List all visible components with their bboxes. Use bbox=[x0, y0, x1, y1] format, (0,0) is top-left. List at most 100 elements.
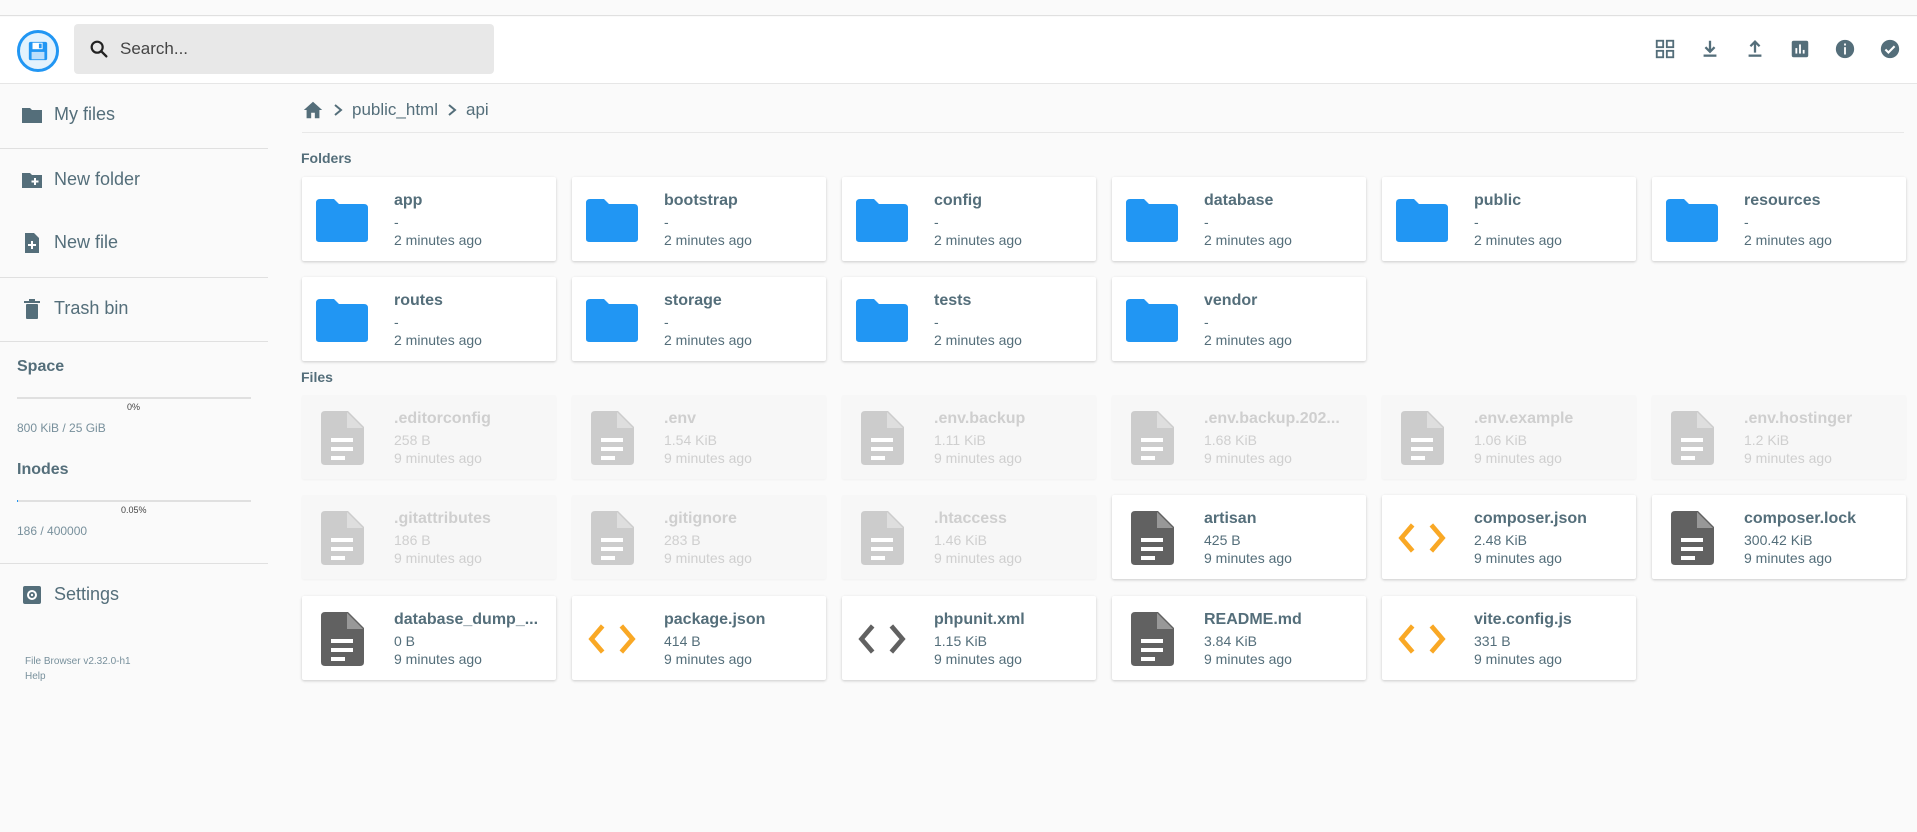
list-item[interactable]: storage - 2 minutes ago bbox=[572, 277, 826, 361]
list-item[interactable]: app - 2 minutes ago bbox=[302, 177, 556, 261]
item-modified: 9 minutes ago bbox=[1204, 550, 1292, 566]
inodes-usage: 186 / 400000 bbox=[17, 524, 88, 538]
folder-icon bbox=[1124, 192, 1180, 248]
list-item[interactable]: .env.example 1.06 KiB 9 minutes ago bbox=[1382, 395, 1636, 479]
item-modified: 9 minutes ago bbox=[664, 550, 752, 566]
list-item[interactable]: routes - 2 minutes ago bbox=[302, 277, 556, 361]
sidebar-item-new-folder[interactable]: New folder bbox=[0, 155, 268, 205]
item-size: 1.06 KiB bbox=[1474, 432, 1527, 448]
select-button[interactable] bbox=[1875, 34, 1905, 64]
sidebar-item-trash[interactable]: Trash bin bbox=[0, 284, 268, 334]
app-logo[interactable] bbox=[17, 30, 59, 72]
list-item[interactable]: tests - 2 minutes ago bbox=[842, 277, 1096, 361]
header bbox=[0, 17, 1917, 84]
item-modified: 9 minutes ago bbox=[1204, 651, 1292, 667]
list-item[interactable]: database - 2 minutes ago bbox=[1112, 177, 1366, 261]
item-size: 0 B bbox=[394, 633, 416, 649]
info-icon bbox=[1835, 39, 1855, 59]
sidebar-item-new-file[interactable]: New file bbox=[0, 218, 268, 268]
item-size: - bbox=[394, 214, 399, 230]
folder-icon bbox=[584, 192, 640, 248]
upload-icon bbox=[1748, 40, 1762, 57]
sidebar-divider bbox=[0, 148, 268, 149]
list-item[interactable]: phpunit.xml 1.15 KiB 9 minutes ago bbox=[842, 596, 1096, 680]
list-item[interactable]: README.md 3.84 KiB 9 minutes ago bbox=[1112, 596, 1366, 680]
list-item[interactable]: composer.lock 300.42 KiB 9 minutes ago bbox=[1652, 495, 1906, 579]
item-size: 414 B bbox=[664, 633, 701, 649]
document-icon bbox=[314, 410, 370, 466]
floppy-icon bbox=[28, 41, 48, 61]
list-item[interactable]: resources - 2 minutes ago bbox=[1652, 177, 1906, 261]
list-item[interactable]: artisan 425 B 9 minutes ago bbox=[1112, 495, 1366, 579]
item-name: .env.backup bbox=[934, 410, 1026, 427]
top-strip bbox=[0, 0, 1917, 16]
list-item[interactable]: database_dump_... 0 B 9 minutes ago bbox=[302, 596, 556, 680]
item-size: 283 B bbox=[664, 532, 701, 548]
item-size: - bbox=[1204, 214, 1209, 230]
search-input[interactable] bbox=[120, 36, 480, 62]
search-box[interactable] bbox=[74, 24, 494, 74]
sidebar-item-settings[interactable]: Settings bbox=[0, 570, 268, 620]
document-icon bbox=[1394, 410, 1450, 466]
document-icon bbox=[854, 510, 910, 566]
document-icon bbox=[854, 410, 910, 466]
check-circle-icon bbox=[1880, 39, 1900, 59]
item-modified: 9 minutes ago bbox=[1744, 450, 1832, 466]
grid-view-button[interactable] bbox=[1650, 34, 1680, 64]
list-item[interactable]: public - 2 minutes ago bbox=[1382, 177, 1636, 261]
sidebar-item-my-files[interactable]: My files bbox=[0, 90, 268, 140]
item-modified: 2 minutes ago bbox=[1204, 332, 1292, 348]
list-item[interactable]: .env.backup.202... 1.68 KiB 9 minutes ago bbox=[1112, 395, 1366, 479]
list-item[interactable]: .env.hostinger 1.2 KiB 9 minutes ago bbox=[1652, 395, 1906, 479]
item-name: resources bbox=[1744, 192, 1821, 209]
list-item[interactable]: .gitattributes 186 B 9 minutes ago bbox=[302, 495, 556, 579]
item-name: composer.lock bbox=[1744, 510, 1857, 527]
download-button[interactable] bbox=[1695, 34, 1725, 64]
item-name: .htaccess bbox=[934, 510, 1007, 527]
item-modified: 9 minutes ago bbox=[1744, 550, 1832, 566]
item-name: routes bbox=[394, 292, 443, 309]
item-name: tests bbox=[934, 292, 972, 309]
home-icon[interactable] bbox=[302, 99, 324, 121]
space-title: Space bbox=[17, 358, 65, 375]
list-item[interactable]: vendor - 2 minutes ago bbox=[1112, 277, 1366, 361]
info-button[interactable] bbox=[1830, 34, 1860, 64]
sidebar-item-label: Settings bbox=[54, 584, 120, 604]
item-modified: 9 minutes ago bbox=[394, 550, 482, 566]
upload-button[interactable] bbox=[1740, 34, 1770, 64]
help-link[interactable]: Help bbox=[25, 671, 46, 682]
version-text: File Browser v2.32.0-h1 bbox=[25, 656, 131, 667]
item-name: composer.json bbox=[1474, 510, 1587, 527]
list-item[interactable]: composer.json 2.48 KiB 9 minutes ago bbox=[1382, 495, 1636, 579]
create-folder-icon bbox=[22, 173, 42, 188]
item-modified: 9 minutes ago bbox=[934, 651, 1022, 667]
list-item[interactable]: .env 1.54 KiB 9 minutes ago bbox=[572, 395, 826, 479]
item-name: vendor bbox=[1204, 292, 1258, 309]
item-size: 2.48 KiB bbox=[1474, 532, 1527, 548]
breadcrumb-item[interactable]: public_html bbox=[352, 100, 438, 120]
document-icon bbox=[1124, 611, 1180, 667]
list-item[interactable]: config - 2 minutes ago bbox=[842, 177, 1096, 261]
usage-button[interactable] bbox=[1785, 34, 1815, 64]
item-name: phpunit.xml bbox=[934, 611, 1025, 628]
list-item[interactable]: bootstrap - 2 minutes ago bbox=[572, 177, 826, 261]
folder-icon bbox=[1124, 292, 1180, 348]
list-item[interactable]: package.json 414 B 9 minutes ago bbox=[572, 596, 826, 680]
item-size: 300.42 KiB bbox=[1744, 532, 1813, 548]
trash-icon bbox=[24, 299, 40, 319]
item-name: artisan bbox=[1204, 510, 1257, 527]
item-size: 3.84 KiB bbox=[1204, 633, 1257, 649]
item-modified: 9 minutes ago bbox=[934, 550, 1022, 566]
item-modified: 9 minutes ago bbox=[1474, 550, 1562, 566]
list-item[interactable]: .gitignore 283 B 9 minutes ago bbox=[572, 495, 826, 579]
item-name: config bbox=[934, 192, 982, 209]
folder-icon bbox=[584, 292, 640, 348]
breadcrumb-item[interactable]: api bbox=[466, 100, 489, 120]
item-modified: 2 minutes ago bbox=[1474, 232, 1562, 248]
list-item[interactable]: .editorconfig 258 B 9 minutes ago bbox=[302, 395, 556, 479]
list-item[interactable]: .env.backup 1.11 KiB 9 minutes ago bbox=[842, 395, 1096, 479]
inodes-progress-bar bbox=[17, 500, 251, 502]
item-size: 1.2 KiB bbox=[1744, 432, 1790, 448]
list-item[interactable]: vite.config.js 331 B 9 minutes ago bbox=[1382, 596, 1636, 680]
list-item[interactable]: .htaccess 1.46 KiB 9 minutes ago bbox=[842, 495, 1096, 579]
